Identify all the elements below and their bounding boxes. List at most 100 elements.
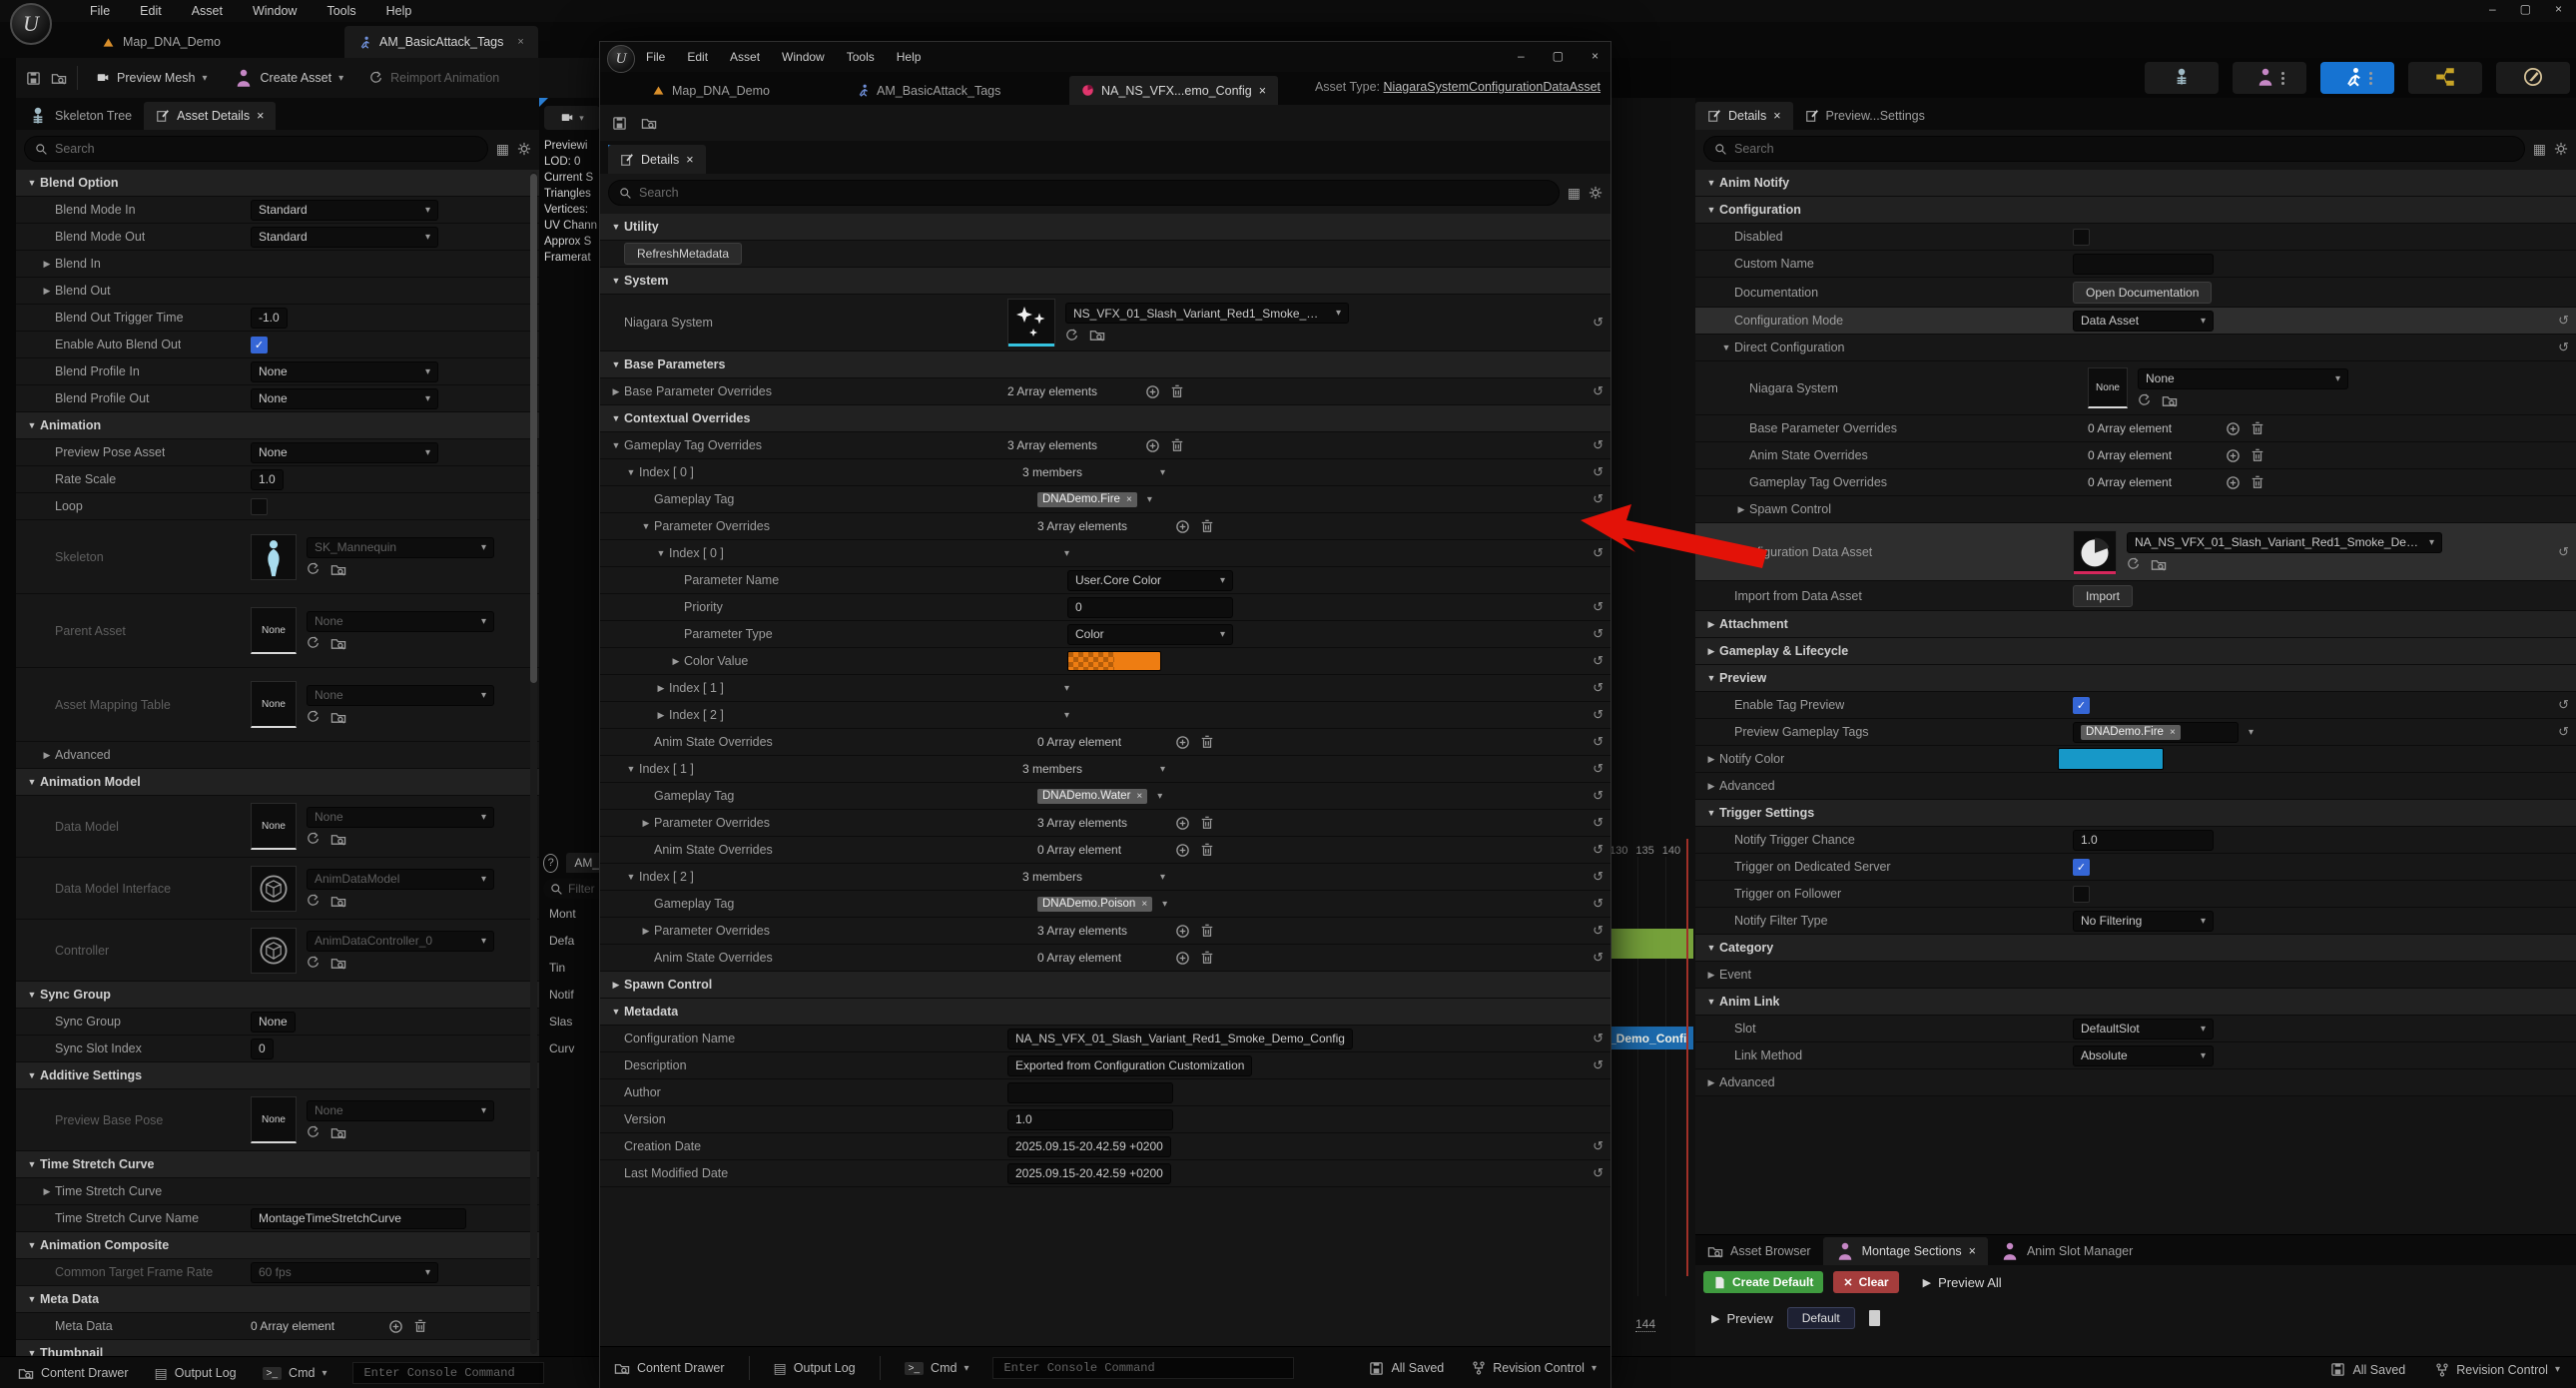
use-selected-icon[interactable]: [307, 636, 321, 650]
notify-color-row[interactable]: ▶Notify Color: [1695, 746, 2576, 773]
reset-to-default-icon[interactable]: ↺: [1593, 518, 1604, 534]
blend-profile-out-dropdown[interactable]: None▾: [251, 388, 438, 409]
clear-array-icon[interactable]: [1200, 843, 1214, 857]
more-options-icon[interactable]: [2281, 72, 2284, 85]
trigger-settings-row[interactable]: ▼Trigger Settings: [1695, 800, 2576, 827]
common-target-frame-rate-row[interactable]: Common Target Frame Rate60 fps▾: [16, 1259, 539, 1286]
use-selected-icon[interactable]: [307, 1125, 321, 1139]
direct-configuration-row[interactable]: ▼Direct Configuration↺: [1695, 335, 2576, 361]
expander-down-icon[interactable]: ▼: [24, 1159, 40, 1169]
data-model-interface-row[interactable]: Data Model InterfaceAnimDataModel▾: [16, 858, 539, 920]
tab-montage-sections[interactable]: Montage Sections×: [1823, 1237, 1988, 1265]
menu-window[interactable]: Window: [253, 4, 297, 18]
last-modified-date-input[interactable]: 2025.09.15-20.42.59 +0200: [1007, 1163, 1171, 1184]
reset-to-default-icon[interactable]: ↺: [1593, 653, 1604, 669]
blend-out-trigger-time-input[interactable]: -1.0: [251, 308, 288, 329]
gameplay-tag-chip[interactable]: DNADemo.Water×: [1037, 789, 1147, 804]
import-from-data-asset-row[interactable]: Import from Data AssetImport: [1695, 581, 2576, 611]
add-element-icon[interactable]: [1175, 924, 1190, 939]
parameter-type-row[interactable]: Parameter TypeColor▾↺: [600, 621, 1610, 648]
rate-scale-input[interactable]: 1.0: [251, 469, 284, 490]
custom-name-input[interactable]: [2073, 254, 2214, 275]
tags-container[interactable]: DNADemo.Fire×: [2073, 722, 2239, 743]
chevron-down-icon[interactable]: ▾: [1162, 899, 1167, 910]
default-section-node[interactable]: Default: [1787, 1307, 1855, 1329]
asset-dropdown[interactable]: None▾: [307, 611, 494, 632]
tab-asset-details[interactable]: Asset Details×: [144, 102, 276, 130]
blend-out-trigger-time-row[interactable]: Blend Out Trigger Time-1.0: [16, 305, 539, 332]
browse-to-asset-icon[interactable]: [2151, 557, 2167, 572]
clear-array-icon[interactable]: [2251, 448, 2264, 462]
expander-right-icon[interactable]: ▶: [1703, 754, 1719, 765]
niagara-system-row[interactable]: Niagara SystemNoneNone▾: [1695, 361, 2576, 415]
disabled-row[interactable]: Disabled: [1695, 224, 2576, 251]
expander-right-icon[interactable]: ▶: [668, 656, 684, 667]
asset-dropdown[interactable]: AnimDataModel▾: [307, 869, 494, 890]
remove-tag-icon[interactable]: ×: [2170, 727, 2176, 738]
gear-icon[interactable]: [517, 142, 531, 156]
expander-down-icon[interactable]: ▼: [1718, 343, 1734, 352]
expander-right-icon[interactable]: ▶: [1733, 504, 1749, 515]
expander-down-icon[interactable]: ▼: [608, 359, 624, 369]
gameplay-tag-chip[interactable]: DNADemo.Fire×: [1037, 492, 1137, 507]
configuration-mode-dropdown[interactable]: Data Asset▾: [2073, 311, 2214, 332]
configuration-row[interactable]: ▼Configuration: [1695, 197, 2576, 224]
tab-am-basicattack-tags[interactable]: AM_BasicAttack_Tags: [845, 76, 1012, 105]
close-tab-icon[interactable]: ×: [1969, 1244, 1976, 1258]
sync-slot-index-input[interactable]: 0: [251, 1039, 274, 1059]
clear-array-icon[interactable]: [1200, 816, 1214, 830]
chevron-down-icon[interactable]: ▾: [1157, 791, 1162, 802]
chevron-down-icon[interactable]: ▾: [2201, 316, 2206, 327]
expander-right-icon[interactable]: ▶: [39, 750, 55, 761]
use-selected-icon[interactable]: [307, 894, 321, 908]
reset-to-default-icon[interactable]: ↺: [1593, 707, 1604, 723]
animation-composite-row[interactable]: ▼Animation Composite: [16, 1232, 539, 1259]
chevron-down-icon[interactable]: ▾: [1220, 629, 1225, 640]
index-0-row[interactable]: ▼Index [ 0 ]3 members▾↺: [600, 459, 1610, 486]
color-value-row[interactable]: ▶Color Value↺: [600, 648, 1610, 675]
close-tab-icon[interactable]: ×: [257, 109, 264, 123]
reset-to-default-icon[interactable]: ↺: [1593, 464, 1604, 480]
all-saved-status[interactable]: All Saved: [2330, 1362, 2405, 1377]
close-tab-icon[interactable]: ×: [517, 36, 523, 48]
add-element-icon[interactable]: [1175, 843, 1190, 858]
use-selected-icon[interactable]: [307, 832, 321, 846]
preview-pose-asset-row[interactable]: Preview Pose AssetNone▾: [16, 439, 539, 466]
clear-array-icon[interactable]: [1200, 735, 1214, 749]
asset-mapping-table-row[interactable]: Asset Mapping TableNoneNone▾: [16, 668, 539, 742]
reset-to-default-icon[interactable]: ↺: [1593, 788, 1604, 804]
preview-section-button[interactable]: ▶Preview: [1711, 1311, 1773, 1326]
base-parameter-overrides-row[interactable]: Base Parameter Overrides0 Array element: [1695, 415, 2576, 442]
asset-thumbnail[interactable]: None: [251, 607, 297, 654]
clear-array-icon[interactable]: [2251, 421, 2264, 435]
advanced-row[interactable]: ▶Advanced: [1695, 773, 2576, 800]
reset-to-default-icon[interactable]: ↺: [1593, 599, 1604, 615]
animation-model-row[interactable]: ▼Animation Model: [16, 769, 539, 796]
reset-to-default-icon[interactable]: ↺: [1593, 383, 1604, 399]
common-target-frame-rate-dropdown[interactable]: 60 fps▾: [251, 1262, 438, 1283]
chevron-down-icon[interactable]: ▾: [425, 366, 430, 377]
expander-down-icon[interactable]: ▼: [24, 1070, 40, 1080]
blend-profile-in-row[interactable]: Blend Profile InNone▾: [16, 358, 539, 385]
reset-to-default-icon[interactable]: ↺: [1593, 680, 1604, 696]
menu-edit[interactable]: Edit: [687, 50, 708, 64]
reset-to-default-icon[interactable]: ↺: [2558, 313, 2569, 329]
create-default-button[interactable]: Create Default: [1703, 1271, 1823, 1293]
expander-right-icon[interactable]: ▶: [39, 259, 55, 270]
expander-right-icon[interactable]: ▶: [638, 818, 654, 829]
all-saved-status[interactable]: All Saved: [1369, 1361, 1444, 1376]
sync-slot-index-row[interactable]: Sync Slot Index0: [16, 1036, 539, 1062]
expander-right-icon[interactable]: ▶: [1703, 1077, 1719, 1088]
anim-state-overrides-row[interactable]: Anim State Overrides0 Array element↺: [600, 945, 1610, 972]
reset-to-default-icon[interactable]: ↺: [1593, 315, 1604, 331]
expander-down-icon[interactable]: ▼: [24, 990, 40, 1000]
blend-profile-in-dropdown[interactable]: None▾: [251, 361, 438, 382]
blend-mode-in-dropdown[interactable]: Standard▾: [251, 200, 438, 221]
anim-link-row[interactable]: ▼Anim Link: [1695, 989, 2576, 1016]
revision-control-button[interactable]: Revision Control▾: [1472, 1361, 1597, 1375]
reset-to-default-icon[interactable]: ↺: [1593, 545, 1604, 561]
sync-group-row[interactable]: ▼Sync Group: [16, 982, 539, 1009]
gameplay-tag-chip[interactable]: DNADemo.Fire×: [2081, 725, 2181, 740]
reset-to-default-icon[interactable]: ↺: [1593, 842, 1604, 858]
menu-asset[interactable]: Asset: [730, 50, 760, 64]
